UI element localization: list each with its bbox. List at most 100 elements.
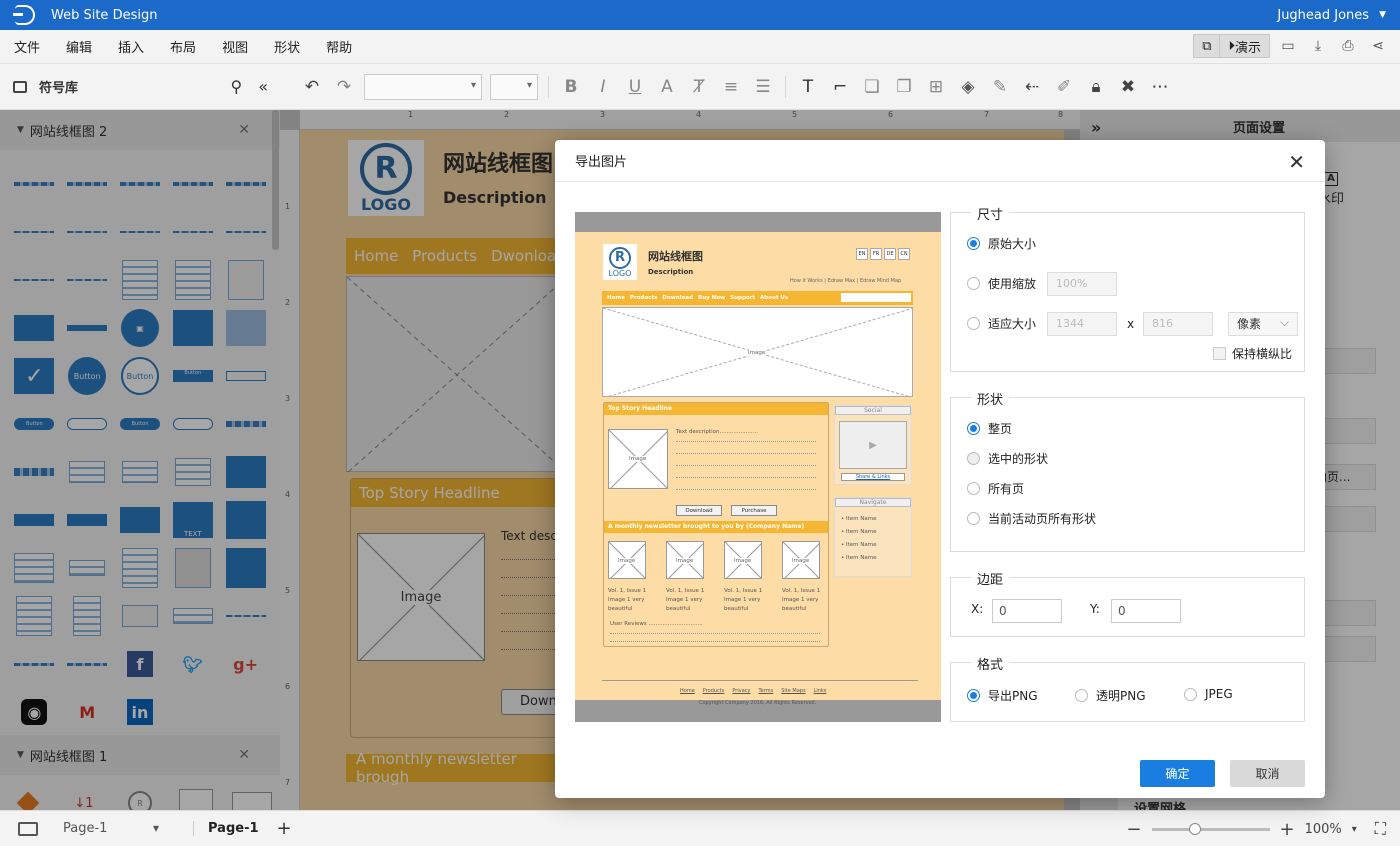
collapse-left-icon[interactable]: « — [258, 77, 268, 96]
margin-x-input[interactable]: 0 — [992, 599, 1062, 623]
size-fit-option[interactable]: 适应大小 — [967, 315, 1036, 332]
format-png-option[interactable]: 导出PNG — [967, 687, 1038, 704]
tools-icon[interactable]: ✖ — [1112, 71, 1144, 103]
format-transparent-png-option[interactable]: 透明PNG — [1075, 687, 1146, 704]
print-icon[interactable]: ⎙ — [1336, 34, 1360, 58]
preview-image-label: Image — [618, 558, 636, 564]
underline-icon[interactable]: U — [619, 71, 651, 103]
preview-vol-line: Image 1 very — [666, 597, 703, 603]
library-header: 符号库 ⚲ « — [0, 64, 280, 110]
cancel-button[interactable]: 取消 — [1230, 760, 1305, 787]
line-color-icon[interactable]: ✎ — [984, 71, 1016, 103]
width-input[interactable]: 1344 — [1047, 312, 1117, 336]
unit-select[interactable]: 像素 — [1228, 311, 1298, 336]
redo-icon[interactable]: ↷ — [328, 71, 360, 103]
radio[interactable] — [967, 277, 980, 290]
radio[interactable] — [1184, 687, 1197, 701]
preview-vol-line: Image 1 very — [782, 597, 819, 603]
ok-button[interactable]: 确定 — [1140, 760, 1215, 787]
preview-search: Search — [841, 293, 911, 302]
preview-vol-text: Vol. 1, Issue 1 Image 1 very beautiful — [782, 587, 820, 614]
zoom-level[interactable]: 100% — [1305, 822, 1342, 837]
menu-help[interactable]: 帮助 — [326, 37, 352, 56]
shape-current-option[interactable]: 当前活动页所有形状 — [967, 510, 1096, 527]
preview-top-links: How it Works | Edraw Max | Edraw Mind Ma… — [790, 278, 902, 284]
menu-view[interactable]: 视图 — [222, 37, 248, 56]
margin-y-input[interactable]: 0 — [1111, 599, 1181, 623]
edit-icon[interactable]: ✐ — [1048, 71, 1080, 103]
page-select[interactable]: Page-1 — [63, 821, 163, 836]
fullscreen-icon[interactable]: ⛶ — [1375, 819, 1386, 839]
preview-vol-line: beautiful — [724, 606, 749, 612]
preview-nav-item: Support — [730, 295, 755, 301]
preview-nav-item: • Item Name — [841, 529, 877, 535]
radio[interactable] — [967, 482, 980, 495]
radio-selected[interactable] — [967, 422, 980, 435]
checkbox[interactable] — [1213, 347, 1226, 360]
scale-input[interactable]: 100% — [1047, 272, 1117, 296]
bring-front-icon[interactable]: ❏ — [856, 71, 888, 103]
export-image-dialog: 导出图片 ✕ R LOGO 网站线框图 Description EN FR DE… — [555, 140, 1325, 798]
undo-icon[interactable]: ↶ — [296, 71, 328, 103]
save-icon[interactable]: ▭ — [1276, 34, 1300, 58]
group-icon[interactable]: ⊞ — [920, 71, 952, 103]
line-spacing-icon[interactable]: ☰ — [747, 71, 779, 103]
app-logo-icon[interactable] — [13, 5, 35, 25]
scale-value: 100% — [1056, 277, 1088, 290]
menu-layout[interactable]: 布局 — [170, 37, 196, 56]
page-view-icon[interactable] — [18, 821, 38, 836]
radio[interactable] — [967, 512, 980, 525]
menu-file[interactable]: 文件 — [14, 37, 40, 56]
line-style-icon[interactable]: ⇠ — [1016, 71, 1048, 103]
close-icon[interactable]: ✕ — [1288, 150, 1305, 174]
font-family-select[interactable] — [364, 73, 482, 100]
slideshow-button[interactable]: ⧉ — [1194, 35, 1219, 57]
radio[interactable] — [967, 317, 980, 330]
connector-icon[interactable]: ⌐ — [824, 71, 856, 103]
add-page-icon[interactable]: + — [277, 818, 292, 839]
preview-video-play-icon: ▶ — [839, 421, 907, 469]
bold-icon[interactable]: B — [555, 71, 587, 103]
size-scale-option[interactable]: 使用缩放 — [967, 275, 1036, 292]
more-icon[interactable]: ⋯ — [1144, 71, 1176, 103]
keep-ratio-checkbox[interactable]: 保持横纵比 — [1213, 345, 1292, 362]
send-back-icon[interactable]: ❐ — [888, 71, 920, 103]
menu-insert[interactable]: 插入 — [118, 37, 144, 56]
share-icon[interactable]: ⋖ — [1366, 34, 1390, 58]
format-toolbar: ↶ ↷ B I U A Ⱦ ≡ ☰ T ⌐ ❏ ❐ ⊞ ◈ ✎ ⇠ ✐ 🔒︎ ✖… — [280, 64, 1400, 110]
font-size-select[interactable] — [490, 73, 538, 100]
present-button[interactable]: ⏵ 演示 — [1219, 35, 1269, 57]
fill-icon[interactable]: ◈ — [952, 71, 984, 103]
radio-selected[interactable] — [967, 689, 980, 702]
preview-nav-item: About Us — [760, 295, 789, 301]
preview-vol-text: Vol. 1, Issue 1 Image 1 very beautiful — [724, 587, 762, 614]
preview-footer-line — [602, 680, 918, 681]
radio-disabled[interactable] — [967, 452, 980, 465]
text-box-icon[interactable]: T — [792, 71, 824, 103]
format-jpeg-option[interactable]: JPEG — [1184, 687, 1233, 701]
shape-selected-option[interactable]: 选中的形状 — [967, 450, 1048, 467]
preview-vol-line: beautiful — [608, 606, 633, 612]
search-icon[interactable]: ⚲ — [230, 77, 242, 96]
size-original-option[interactable]: 原始大小 — [967, 235, 1036, 252]
download-icon[interactable]: ⤓ — [1306, 34, 1330, 58]
text-style-icon[interactable]: Ⱦ — [683, 71, 715, 103]
zoom-out-icon[interactable]: − — [1126, 819, 1141, 840]
menu-shape[interactable]: 形状 — [274, 37, 300, 56]
radio[interactable] — [1075, 689, 1088, 702]
zoom-in-icon[interactable]: + — [1280, 819, 1295, 840]
zoom-thumb[interactable] — [1188, 822, 1201, 835]
menu-edit[interactable]: 编辑 — [66, 37, 92, 56]
italic-icon[interactable]: I — [587, 71, 619, 103]
align-icon[interactable]: ≡ — [715, 71, 747, 103]
user-menu[interactable]: Jughead Jones ▼ — [1277, 0, 1386, 30]
lock-icon[interactable]: 🔒︎ — [1080, 71, 1112, 103]
shape-page-option[interactable]: 整页 — [967, 420, 1012, 437]
shape-all-option[interactable]: 所有页 — [967, 480, 1024, 497]
height-input[interactable]: 816 — [1143, 312, 1213, 336]
zoom-slider[interactable] — [1151, 822, 1270, 835]
preview-download-button: Download — [676, 505, 722, 516]
radio-selected[interactable] — [967, 237, 980, 250]
font-color-icon[interactable]: A — [651, 71, 683, 103]
page-tab[interactable]: Page-1 — [193, 821, 259, 836]
